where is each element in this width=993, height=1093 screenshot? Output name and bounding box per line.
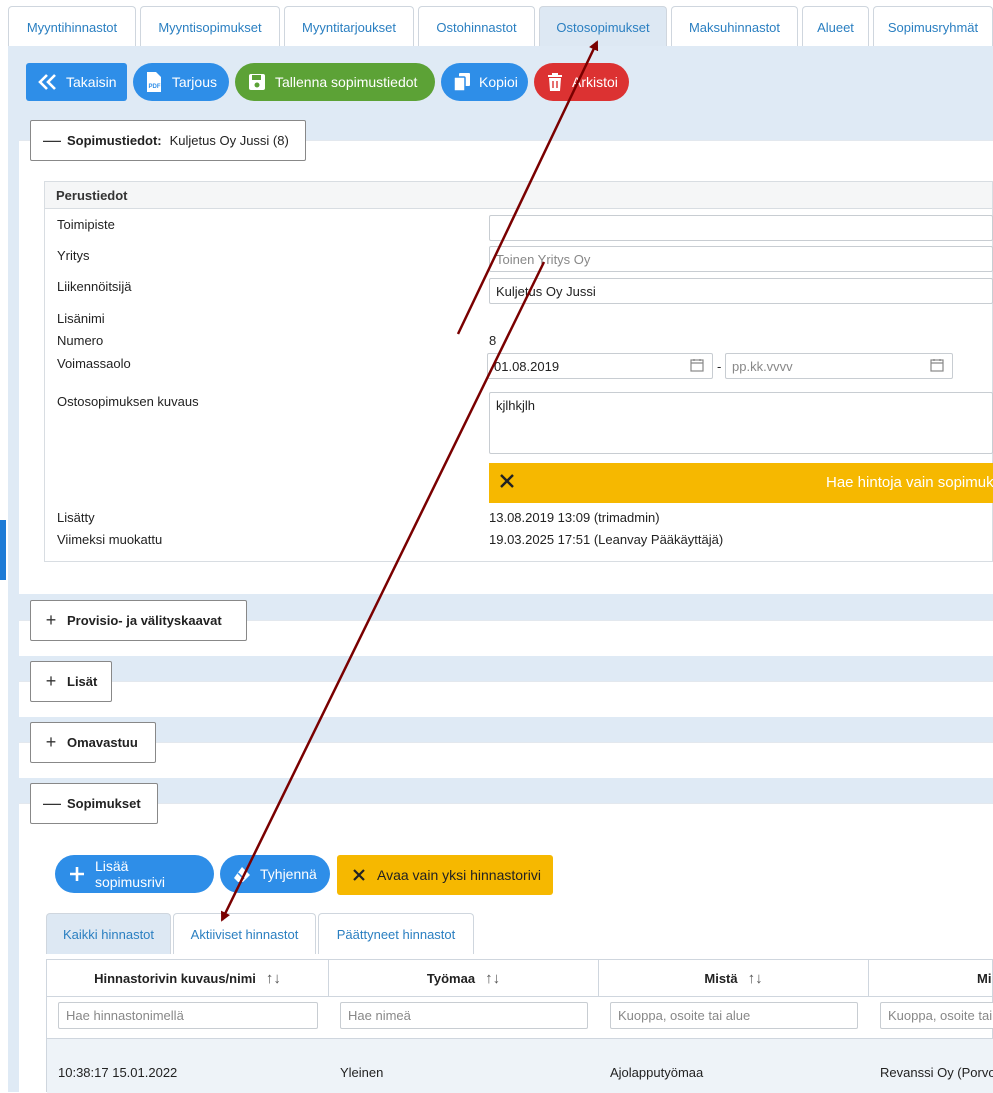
arrow-to-ostosopimukset-tab: [456, 40, 599, 335]
arrow-to-active-price-lists-tab: [220, 261, 546, 922]
annotation-arrows: [220, 40, 599, 922]
